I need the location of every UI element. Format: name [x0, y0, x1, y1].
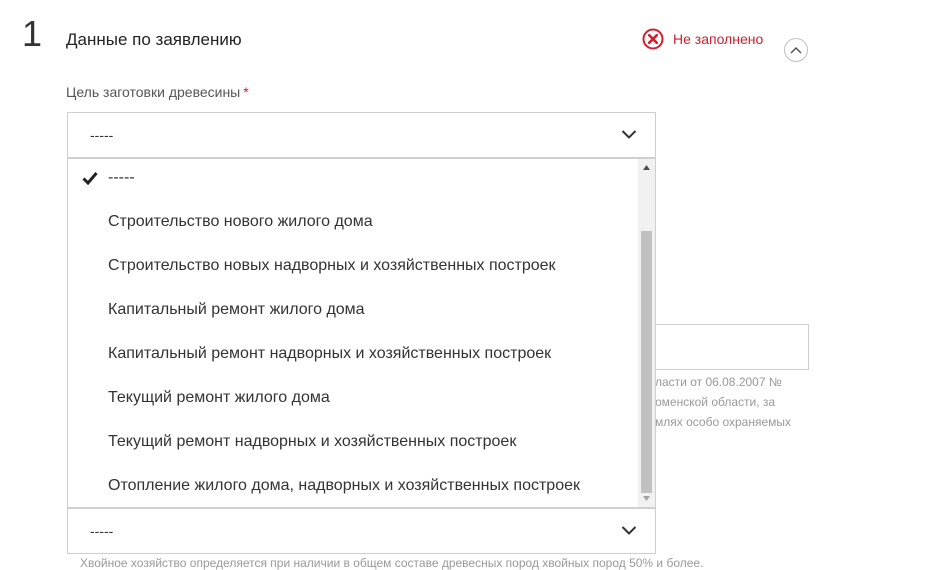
field-label: Цель заготовки древесины *	[66, 84, 249, 100]
status-text: Не заполнено	[673, 31, 764, 47]
dropdown-option[interactable]: Текущий ремонт жилого дома	[108, 389, 330, 407]
dropdown-scrollbar[interactable]	[638, 159, 655, 507]
required-mark: *	[243, 84, 249, 100]
purpose-select-value: -----	[90, 127, 114, 143]
dropdown-option[interactable]: Капитальный ремонт надворных и хозяйстве…	[108, 345, 551, 363]
purpose-select[interactable]: -----	[67, 112, 656, 158]
dropdown-option[interactable]: Отопление жилого дома, надворных и хозяй…	[108, 477, 580, 495]
second-select[interactable]: -----	[67, 508, 656, 554]
purpose-dropdown-list[interactable]: ----- Строительство нового жилого дома С…	[67, 158, 656, 508]
background-hint-line: млях особо охраняемых	[655, 415, 792, 429]
dropdown-option[interactable]: Капитальный ремонт жилого дома	[108, 301, 365, 319]
scroll-up-arrow-icon[interactable]	[638, 159, 655, 176]
dropdown-option[interactable]: Текущий ремонт надворных и хозяйственных…	[108, 433, 516, 451]
x-circle-icon	[642, 28, 664, 50]
second-select-value: -----	[90, 523, 114, 539]
background-hint-line: оменской области, за	[655, 395, 776, 409]
dropdown-option[interactable]: -----	[108, 169, 135, 187]
scrollbar-thumb[interactable]	[641, 231, 652, 493]
dropdown-option[interactable]: Строительство нового жилого дома	[108, 213, 373, 231]
background-hint: ласти от 06.08.2007 № оменской области, …	[655, 372, 825, 432]
chevron-up-icon	[790, 46, 802, 54]
chevron-down-icon	[621, 130, 637, 139]
section-title: Данные по заявлению	[66, 30, 242, 49]
section-number: 1	[22, 13, 43, 54]
scroll-down-arrow-icon[interactable]	[638, 490, 655, 507]
chevron-down-icon	[621, 526, 637, 535]
background-hint-line: ласти от 06.08.2007 №	[655, 375, 782, 389]
dropdown-option[interactable]: Строительство новых надворных и хозяйств…	[108, 257, 556, 275]
background-input[interactable]	[655, 324, 809, 370]
check-icon	[82, 172, 98, 185]
status-badge: Не заполнено	[642, 28, 763, 50]
field-label-text: Цель заготовки древесины	[66, 84, 241, 100]
collapse-section-button[interactable]	[784, 38, 808, 62]
